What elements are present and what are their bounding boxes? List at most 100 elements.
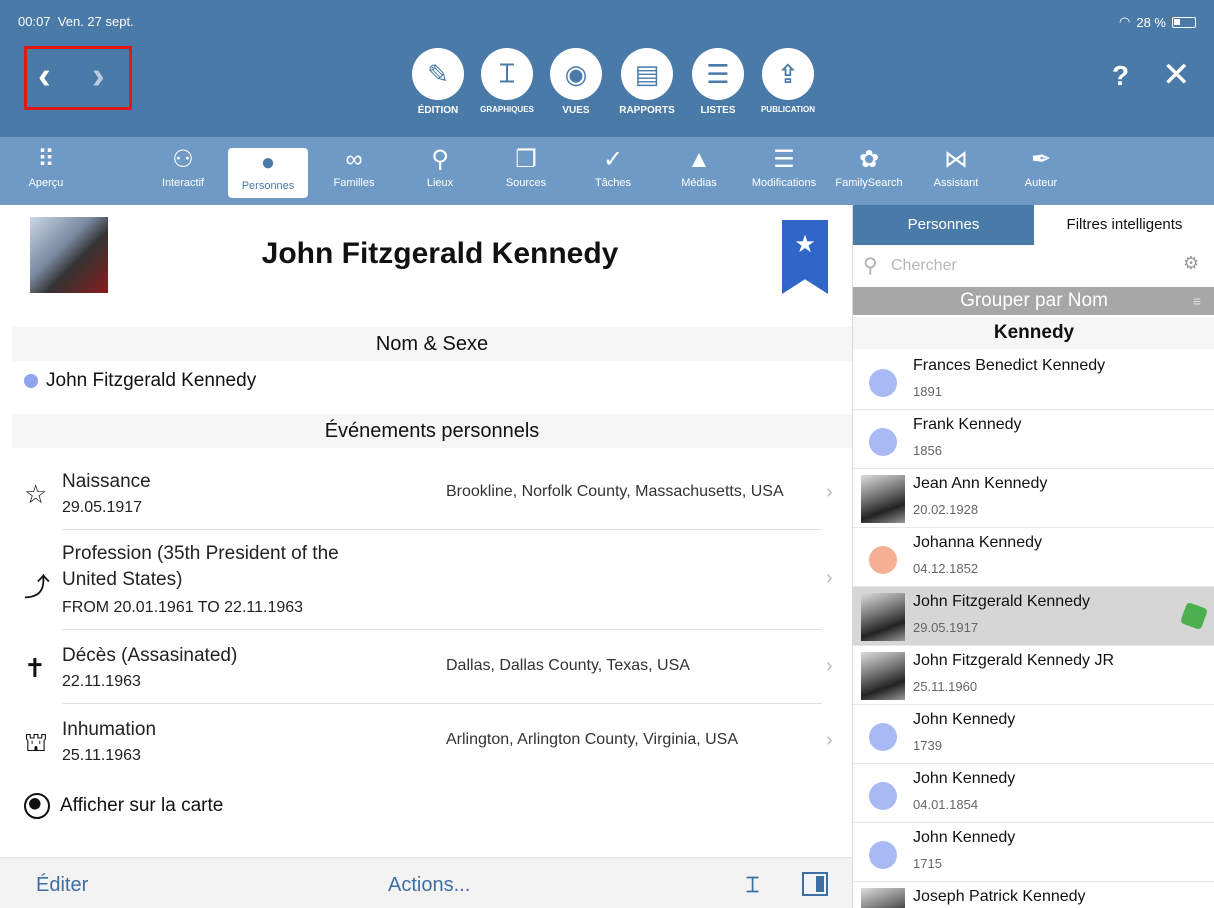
star-outline-icon: ☆ — [24, 479, 48, 509]
bookmark-star-icon[interactable]: ★ — [782, 220, 828, 294]
event-row-death[interactable]: ✝ Décès (Assasinated) 22.11.1963 Dallas,… — [0, 641, 852, 703]
sex-dot-icon — [24, 374, 38, 388]
func-apercu[interactable]: ⠿ Aperçu — [16, 145, 76, 201]
func-label: Personnes — [241, 180, 295, 192]
row-divider — [62, 703, 822, 704]
list-item[interactable]: Joseph Patrick Kennedy — [853, 882, 1214, 908]
person-photo[interactable] — [30, 217, 108, 293]
list-item-name: John Kennedy — [913, 829, 1016, 846]
list-item[interactable]: John Fitzgerald Kennedy JR 25.11.1960 — [853, 646, 1214, 705]
show-on-map-link[interactable]: Afficher sur la carte — [24, 793, 223, 819]
avatar — [869, 723, 897, 751]
event-title-line2: United States) — [62, 569, 183, 590]
sidebar-toggle-icon[interactable] — [802, 872, 828, 896]
list-item-date: 25.11.1960 — [913, 679, 978, 694]
func-sources[interactable]: ❐ Sources — [498, 145, 554, 201]
list-item[interactable]: John Kennedy 1739 — [853, 705, 1214, 764]
report-icon: ▤ — [621, 48, 673, 100]
list-item[interactable]: John Kennedy 04.01.1854 — [853, 764, 1214, 823]
help-button[interactable]: ? — [1112, 60, 1129, 92]
media-icon: ▲ — [687, 146, 711, 173]
list-item-name: Johanna Kennedy — [913, 534, 1042, 551]
func-modifications[interactable]: ☰ Modifications — [744, 145, 824, 201]
status-time: 00:07 — [18, 14, 51, 29]
event-row-birth[interactable]: ☆ Naissance 29.05.1917 Brookline, Norfol… — [0, 467, 852, 529]
func-label: Familles — [333, 177, 375, 189]
tab-persons[interactable]: Personnes — [853, 205, 1034, 245]
event-title: Inhumation — [62, 719, 157, 740]
list-item-date: 20.02.1928 — [913, 502, 979, 517]
edit-button[interactable]: Éditer — [36, 874, 88, 897]
mode-publication[interactable]: ⇪ PUBLICATION — [758, 48, 818, 114]
mode-label: RAPPORTS — [619, 105, 675, 116]
hammer-icon: ⤴ — [24, 572, 51, 602]
event-row-burial[interactable]: ⛫ Inhumation 25.11.1963 Arlington, Arlin… — [0, 715, 852, 777]
func-taches[interactable]: ✓ Tâches — [588, 145, 638, 201]
person-name-row[interactable]: John Fitzgerald Kennedy — [24, 370, 256, 392]
list-segment-control: Personnes Filtres intelligents — [853, 205, 1214, 245]
list-item[interactable]: Frances Benedict Kennedy 1891 — [853, 351, 1214, 410]
event-date: 22.11.1963 — [62, 673, 141, 690]
mode-vues[interactable]: ◉ VUES — [546, 48, 606, 116]
mode-label: ÉDITION — [417, 105, 459, 116]
func-label: Modifications — [751, 177, 817, 189]
tree-icon: ⚇ — [172, 146, 194, 173]
bowtie-icon: ⋈ — [944, 146, 968, 173]
status-indicators: ◠ 28 % — [1119, 14, 1196, 30]
func-lieux[interactable]: ⚲ Lieux — [418, 145, 462, 201]
search-input[interactable] — [891, 253, 1171, 279]
avatar-photo — [861, 475, 905, 523]
section-personal-events: Événements personnels — [12, 414, 852, 448]
func-label: Auteur — [1024, 177, 1058, 189]
actions-button[interactable]: Actions... — [388, 874, 470, 897]
event-place: Dallas, Dallas County, Texas, USA — [446, 657, 690, 674]
tab-smart-filters[interactable]: Filtres intelligents — [1034, 205, 1214, 245]
gear-icon[interactable]: ⚙ — [1183, 253, 1199, 274]
event-place: Arlington, Arlington County, Virginia, U… — [446, 731, 739, 748]
func-auteur[interactable]: ✒ Auteur — [1016, 145, 1066, 201]
mode-listes[interactable]: ☰ LISTES — [688, 48, 748, 116]
func-medias[interactable]: ▲ Médias — [674, 145, 724, 201]
list-item[interactable]: Jean Ann Kennedy 20.02.1928 — [853, 469, 1214, 528]
mode-edition[interactable]: ✎ ÉDITION — [408, 48, 468, 116]
func-familles[interactable]: ∞ Familles — [326, 145, 382, 201]
event-row-profession[interactable]: ⤴ Profession (35th President of the Unit… — [0, 541, 852, 627]
func-label: FamilySearch — [835, 177, 903, 189]
bookmark-tag-icon — [1179, 601, 1209, 631]
func-familysearch[interactable]: ✿ FamilySearch — [828, 145, 910, 201]
back-arrow-button[interactable]: ‹ — [38, 56, 51, 96]
list-item-date: 1739 — [913, 738, 942, 753]
list-item-name: Joseph Patrick Kennedy — [913, 888, 1086, 905]
mode-label: LISTES — [700, 105, 736, 116]
forward-arrow-button[interactable]: › — [92, 56, 105, 96]
app-window: { "status": { "time": "00:07", "date": "… — [0, 0, 1214, 908]
list-item[interactable]: John Kennedy 1715 — [853, 823, 1214, 882]
avatar — [869, 841, 897, 869]
func-label: Aperçu — [28, 177, 64, 189]
list-item[interactable]: Frank Kennedy 1856 — [853, 410, 1214, 469]
collapse-icon[interactable]: ⌶ — [746, 872, 759, 898]
func-label: Sources — [505, 177, 547, 189]
list-item-selected[interactable]: John Fitzgerald Kennedy 29.05.1917 — [853, 587, 1214, 646]
grid-icon: ⠿ — [37, 146, 55, 173]
list-item[interactable]: Johanna Kennedy 04.12.1852 — [853, 528, 1214, 587]
mode-label: VUES — [562, 105, 590, 116]
documents-icon: ❐ — [515, 146, 537, 173]
group-by-bar[interactable]: Grouper par Nom ≡ — [853, 287, 1214, 315]
mode-rapports[interactable]: ▤ RAPPORTS — [617, 48, 677, 116]
avatar — [869, 546, 897, 574]
bottom-toolbar: Éditer Actions... ⌶ — [0, 857, 852, 908]
checkmark-icon: ✓ — [602, 146, 624, 173]
mode-graphiques[interactable]: ⌶ GRAPHIQUES — [477, 48, 537, 114]
battery-icon — [1172, 16, 1196, 28]
person-list-pane: Personnes Filtres intelligents ⚲ ⚙ Group… — [852, 205, 1214, 908]
pen-icon: ✒ — [1030, 146, 1052, 173]
chart-icon: ⌶ — [481, 48, 533, 100]
func-label: Assistant — [933, 177, 979, 189]
func-interactif[interactable]: ⚇ Interactif — [152, 145, 214, 201]
list-item-name: Jean Ann Kennedy — [913, 475, 1048, 492]
func-assistant[interactable]: ⋈ Assistant — [924, 145, 988, 201]
func-personnes[interactable]: ● Personnes — [228, 148, 308, 198]
close-button[interactable]: ✕ — [1162, 55, 1191, 95]
list-item-date: 1891 — [913, 384, 942, 399]
